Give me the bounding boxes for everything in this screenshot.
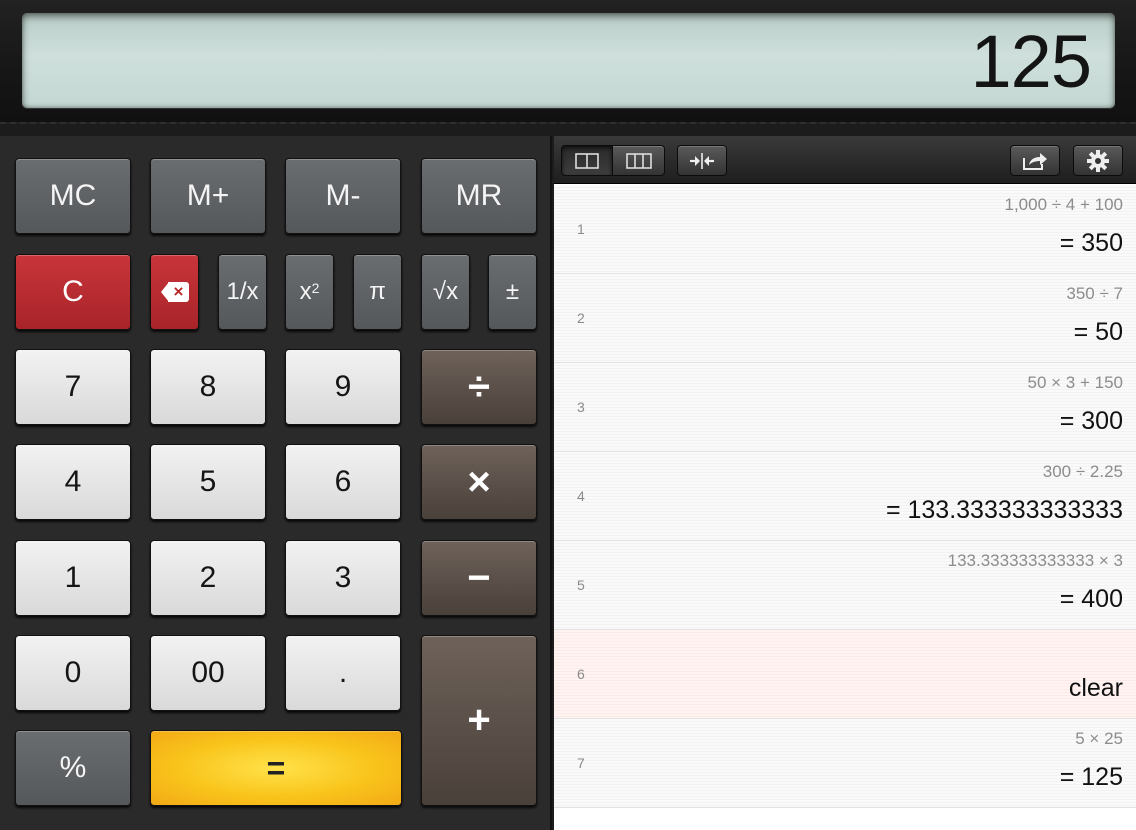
history-row[interactable]: 5 133.333333333333 × 3 = 400 (554, 541, 1136, 630)
settings-button[interactable] (1073, 145, 1123, 176)
lcd-display: 125 (22, 13, 1115, 108)
history-index: 2 (577, 310, 585, 326)
square-exponent: 2 (311, 280, 320, 296)
digit-1-button[interactable]: 1 (15, 540, 131, 616)
multiply-button[interactable]: × (421, 444, 537, 520)
mr-button[interactable]: MR (421, 158, 537, 234)
history-result: = 350 (1059, 229, 1123, 257)
history-index: 5 (577, 577, 585, 593)
share-icon (1023, 152, 1047, 170)
share-button[interactable] (1010, 145, 1060, 176)
two-column-button[interactable] (561, 145, 613, 176)
history-list: 1 1,000 ÷ 4 + 100 = 350 2 350 ÷ 7 = 50 3… (554, 185, 1136, 830)
history-index: 3 (577, 399, 585, 415)
history-result: clear (1068, 674, 1123, 702)
two-column-icon (575, 152, 599, 169)
history-expression: 5 × 25 (1075, 729, 1123, 748)
history-result: = 125 (1059, 763, 1123, 791)
equals-button[interactable]: = (150, 730, 402, 806)
square-button[interactable]: x2 (285, 254, 334, 330)
keypad: MC M+ M- MR C × 1/x x2 π √x ± 7 8 9 ÷ 4 … (0, 136, 552, 830)
gear-icon (1087, 149, 1109, 172)
plus-minus-button[interactable]: ± (488, 254, 537, 330)
history-expression: 133.333333333333 × 3 (947, 551, 1123, 570)
divide-button[interactable]: ÷ (421, 349, 537, 425)
digit-3-button[interactable]: 3 (285, 540, 401, 616)
history-row[interactable]: 1 1,000 ÷ 4 + 100 = 350 (554, 185, 1136, 274)
display-bar: 125 (0, 0, 1136, 124)
history-row[interactable]: 7 5 × 25 = 125 (554, 719, 1136, 808)
history-row[interactable]: 4 300 ÷ 2.25 = 133.333333333333 (554, 452, 1136, 541)
backspace-button[interactable]: × (150, 254, 199, 330)
history-expression: 50 × 3 + 150 (1027, 373, 1123, 392)
digit-2-button[interactable]: 2 (150, 540, 266, 616)
plus-button[interactable]: + (421, 635, 537, 806)
history-index: 7 (577, 755, 585, 771)
history-toolbar (554, 136, 1136, 184)
digit-9-button[interactable]: 9 (285, 349, 401, 425)
collapse-button[interactable] (677, 145, 727, 176)
history-row-clear[interactable]: 6 clear (554, 630, 1136, 719)
mc-button[interactable]: MC (15, 158, 131, 234)
history-row[interactable]: 2 350 ÷ 7 = 50 (554, 274, 1136, 363)
m-plus-button[interactable]: M+ (150, 158, 266, 234)
history-index: 1 (577, 221, 585, 237)
display-value: 125 (970, 20, 1092, 103)
decimal-button[interactable]: . (285, 635, 401, 711)
history-index: 4 (577, 488, 585, 504)
history-expression: 1,000 ÷ 4 + 100 (1004, 195, 1123, 214)
pi-button[interactable]: π (353, 254, 402, 330)
percent-button[interactable]: % (15, 730, 131, 806)
history-index: 6 (577, 666, 585, 682)
three-column-button[interactable] (612, 145, 665, 176)
history-result: = 50 (1073, 318, 1123, 346)
digit-5-button[interactable]: 5 (150, 444, 266, 520)
double-zero-button[interactable]: 00 (150, 635, 266, 711)
digit-8-button[interactable]: 8 (150, 349, 266, 425)
history-expression: 350 ÷ 7 (1066, 284, 1123, 303)
history-result: = 300 (1059, 407, 1123, 435)
reciprocal-button[interactable]: 1/x (218, 254, 267, 330)
digit-7-button[interactable]: 7 (15, 349, 131, 425)
history-result: = 400 (1059, 585, 1123, 613)
digit-4-button[interactable]: 4 (15, 444, 131, 520)
collapse-icon (690, 152, 714, 169)
sqrt-button[interactable]: √x (421, 254, 470, 330)
three-column-icon (625, 152, 652, 169)
history-panel: 1 1,000 ÷ 4 + 100 = 350 2 350 ÷ 7 = 50 3… (554, 136, 1136, 830)
m-minus-button[interactable]: M- (285, 158, 401, 234)
history-row[interactable]: 3 50 × 3 + 150 = 300 (554, 363, 1136, 452)
backspace-icon: × (160, 282, 189, 302)
history-expression: 300 ÷ 2.25 (1042, 462, 1123, 481)
digit-0-button[interactable]: 0 (15, 635, 131, 711)
square-base: x (299, 278, 312, 305)
clear-button[interactable]: C (15, 254, 131, 330)
minus-button[interactable]: − (421, 540, 537, 616)
history-result: = 133.333333333333 (885, 496, 1123, 524)
digit-6-button[interactable]: 6 (285, 444, 401, 520)
